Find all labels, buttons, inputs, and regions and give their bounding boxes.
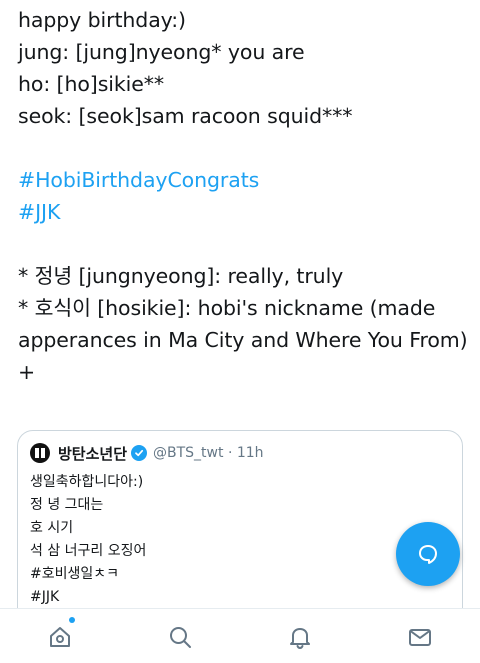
nav-search[interactable] <box>160 619 200 655</box>
tweet-line: jung: [jung]nyeong* you are <box>18 40 305 64</box>
quote-line: 생일축하합니다아:) <box>30 474 144 490</box>
compose-reply-icon <box>416 542 440 566</box>
quote-author-name[interactable]: 방탄소년단 <box>58 443 127 464</box>
quote-header: 방탄소년단 @BTS_twt · 11h <box>30 441 264 465</box>
quote-text: 생일축하합니다아:) 정 녕 그대는 호 시기 석 삼 너구리 오징어 #호비생… <box>30 471 146 609</box>
quote-line: 석 삼 너구리 오징어 <box>30 543 147 559</box>
tweet-line: seok: [seok]sam racoon squid*** <box>18 104 353 128</box>
home-icon <box>47 624 73 650</box>
verified-badge-icon <box>131 445 148 461</box>
messages-icon <box>407 624 433 650</box>
nav-notifications[interactable] <box>280 619 320 655</box>
hashtag-link[interactable]: #HobiBirthdayCongrats <box>18 164 468 196</box>
quoted-tweet-card[interactable]: 방탄소년단 @BTS_twt · 11h 생일축하합니다아:) 정 녕 그대는 … <box>17 430 463 630</box>
search-icon <box>167 624 193 650</box>
quote-handle-time: @BTS_twt · 11h <box>153 445 264 461</box>
tweet-body: happy birthday:) jung: [jung]nyeong* you… <box>18 4 468 388</box>
bts-logo-icon[interactable] <box>30 443 50 463</box>
plus-mark: + <box>18 360 36 384</box>
bottom-nav-bar <box>0 608 480 663</box>
quote-line: 정 녕 그대는 <box>30 497 104 513</box>
home-notification-dot <box>69 617 75 623</box>
footnote: * 정녕 [jungnyeong]: really, truly <box>18 264 344 288</box>
tweet-line: happy birthday:) <box>18 8 186 32</box>
compose-reply-button[interactable] <box>396 522 460 586</box>
quote-line: #호비생일ㅊㅋ <box>30 566 120 582</box>
nav-messages[interactable] <box>400 619 440 655</box>
quote-line: 호 시기 <box>30 520 74 536</box>
notifications-icon <box>287 624 313 650</box>
footnote: * 호식이 [hosikie]: hobi's nickname (made a… <box>18 296 468 352</box>
quote-line: #JJK <box>30 589 60 605</box>
hashtag-link[interactable]: #JJK <box>18 196 468 228</box>
nav-home[interactable] <box>40 619 80 655</box>
tweet-line: ho: [ho]sikie** <box>18 72 165 96</box>
